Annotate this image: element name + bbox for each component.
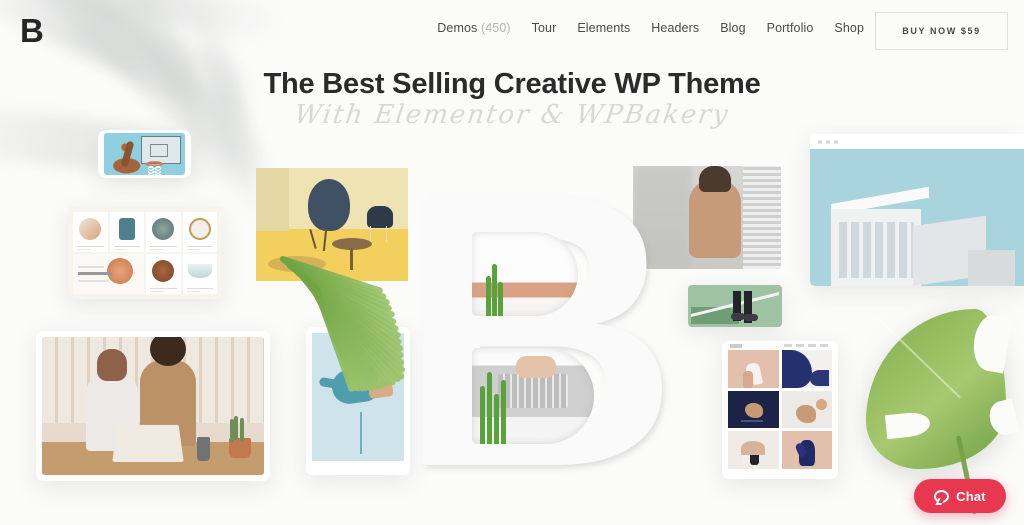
page-root: B Demos (450) Tour Elements Headers Blog… (0, 0, 1024, 525)
portfolio-item (781, 390, 832, 429)
product-cell (146, 254, 181, 294)
nav-demos-count: (450) (480, 21, 511, 35)
laptop-mockup-team-photo[interactable] (36, 331, 270, 481)
product-cell (109, 212, 144, 252)
nav-label-demos: Demos (437, 21, 478, 35)
site-header: B Demos (450) Tour Elements Headers Blog… (0, 0, 1024, 62)
lounge-chair (307, 179, 350, 232)
court-scene (691, 288, 779, 324)
portfolio-logo (730, 344, 742, 348)
letter-counter-bottom (472, 348, 594, 444)
portfolio-item (728, 390, 779, 429)
product-cell (182, 254, 217, 294)
nav-item-portfolio[interactable]: Portfolio (767, 21, 814, 35)
coffee-table (332, 238, 372, 271)
chat-button-label: Chat (956, 488, 986, 504)
product-cell-feature (73, 254, 144, 294)
nav-item-blog[interactable]: Blog (720, 21, 745, 35)
main-navigation: Demos (450) Tour Elements Headers Blog P… (437, 21, 864, 35)
hero-title: The Best Selling Creative WP Theme (263, 68, 761, 100)
tablet-mockup-portfolio[interactable] (722, 341, 838, 479)
portfolio-item (728, 350, 779, 388)
chat-bubble-icon (934, 489, 950, 503)
product-cell (182, 212, 217, 252)
tablet-mockup-blue-hand[interactable] (306, 327, 410, 475)
portfolio-item (781, 350, 832, 388)
browser-titlebar (810, 134, 1024, 149)
shop-product-grid (73, 212, 217, 294)
hero-letter-b: B (398, 135, 680, 525)
basketball-screen (104, 133, 185, 175)
browser-dot-close[interactable] (818, 139, 822, 144)
architecture-photo (810, 149, 1024, 286)
shop-grid-mockup[interactable] (68, 207, 222, 299)
interior-design-photo[interactable] (256, 168, 408, 281)
blue-hand-screen (312, 333, 404, 461)
portfolio-nav-links (784, 344, 830, 347)
tennis-court-photo[interactable] (688, 285, 782, 327)
portfolio-grid (728, 350, 832, 469)
browser-dot-minimize[interactable] (826, 139, 830, 144)
person-back (689, 166, 742, 259)
nav-item-headers[interactable]: Headers (651, 21, 699, 35)
browser-dot-maximize[interactable] (834, 139, 838, 144)
nav-item-demos[interactable]: Demos (450) (437, 21, 510, 35)
portfolio-item (781, 431, 832, 469)
chat-button[interactable]: Chat (914, 479, 1006, 513)
nav-item-elements[interactable]: Elements (577, 21, 630, 35)
nav-item-tour[interactable]: Tour (532, 21, 557, 35)
phone-mockup-basketball[interactable] (98, 130, 191, 178)
letter-counter-top (472, 232, 578, 316)
product-cell (146, 212, 181, 252)
browser-mockup-architecture[interactable] (810, 134, 1024, 286)
laptop-screen (42, 337, 264, 475)
hero-subtitle: With Elementor & WPBakery (292, 100, 732, 130)
portfolio-item (728, 431, 779, 469)
monstera-leaf (860, 305, 1024, 515)
site-logo[interactable]: B (20, 14, 44, 47)
buy-now-button[interactable]: BUY NOW $59 (875, 12, 1008, 50)
side-chair (366, 206, 393, 243)
nav-item-shop[interactable]: Shop (834, 21, 864, 35)
product-cell (73, 212, 108, 252)
